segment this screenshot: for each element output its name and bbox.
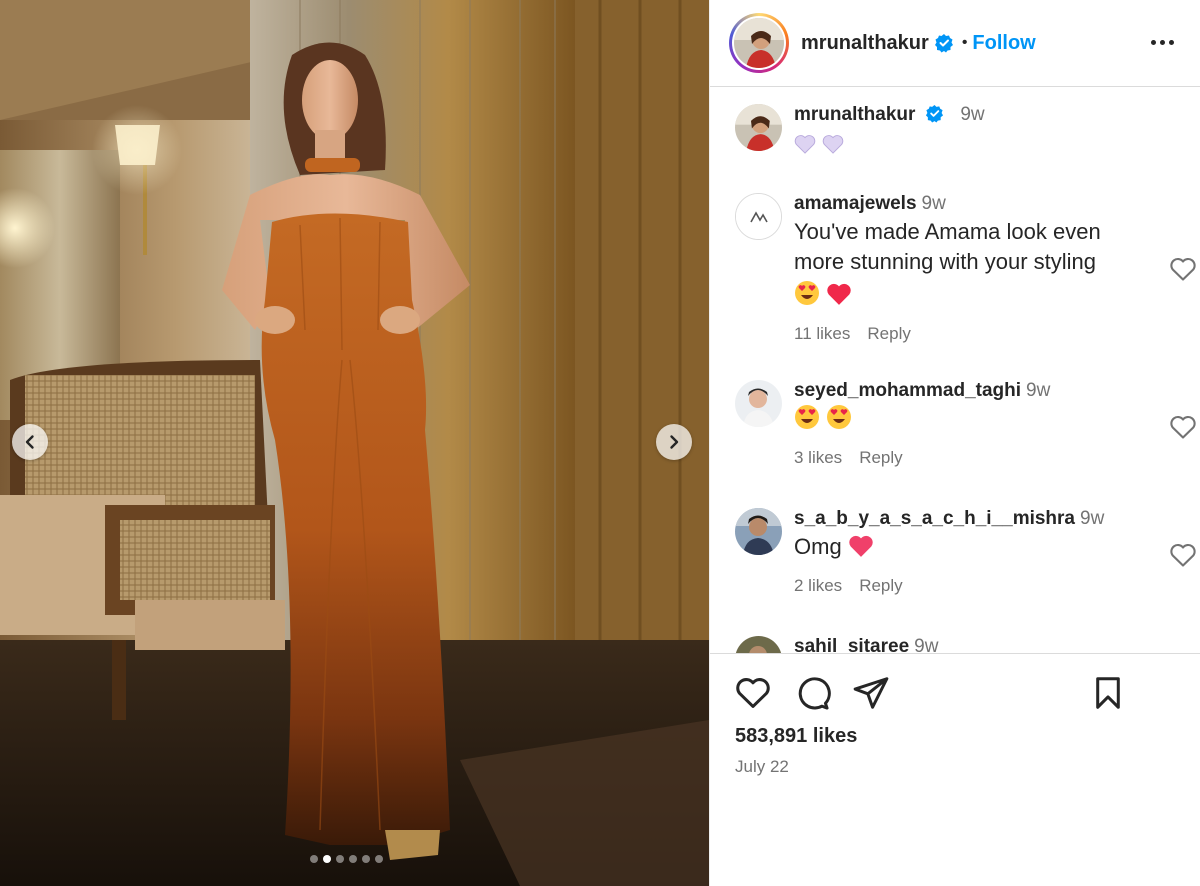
comment-text: You've made Amama look even more stunnin… xyxy=(794,219,1101,274)
avatar[interactable] xyxy=(735,508,782,555)
comment-likes[interactable]: 11 likes xyxy=(794,324,850,343)
avatar[interactable] xyxy=(735,636,782,653)
reply-button[interactable]: Reply xyxy=(859,576,902,595)
verified-badge-icon xyxy=(925,104,943,123)
carousel-dot-active xyxy=(323,855,331,863)
heart-eyes-emoji xyxy=(795,281,819,305)
carousel-dot xyxy=(362,855,370,863)
avatar[interactable] xyxy=(734,18,784,68)
comment-username[interactable]: s_a_b_y_a_s_a_c_h_i__mishra xyxy=(794,508,1075,529)
purple-heart-emoji xyxy=(794,135,816,154)
bookmark-icon[interactable] xyxy=(1089,674,1127,712)
heart-icon[interactable] xyxy=(1169,414,1197,440)
comment-time: 9w xyxy=(1026,380,1051,401)
post-author-username[interactable]: mrunalthakur xyxy=(801,32,929,55)
purple-heart-emoji xyxy=(822,135,844,154)
carousel-next-button[interactable] xyxy=(656,424,692,460)
comment-likes[interactable]: 3 likes xyxy=(794,448,842,467)
chevron-right-icon xyxy=(670,435,679,449)
comment-username[interactable]: seyed_mohammad_taghi xyxy=(794,380,1021,401)
carousel-dot xyxy=(336,855,344,863)
comment-emojis xyxy=(794,404,1144,434)
like-count[interactable]: 583,891 likes xyxy=(735,725,857,748)
avatar[interactable] xyxy=(735,193,782,240)
carousel-dot xyxy=(349,855,357,863)
pink-heart-emoji xyxy=(849,535,873,557)
more-options-icon[interactable] xyxy=(1151,30,1179,54)
post-photo xyxy=(0,0,709,886)
heart-icon[interactable] xyxy=(1169,256,1197,282)
post-sidebar: mrunalthakur • Follow mrunalthakur 9w am… xyxy=(709,0,1200,886)
chevron-left-icon xyxy=(25,435,34,449)
avatar[interactable] xyxy=(735,104,782,151)
comment-text: Omg xyxy=(794,534,842,559)
carousel-dot xyxy=(310,855,318,863)
carousel-prev-button[interactable] xyxy=(12,424,48,460)
caption-username[interactable]: mrunalthakur xyxy=(794,104,915,125)
comment-username[interactable]: sahil_sitaree xyxy=(794,636,909,653)
post-media[interactable] xyxy=(0,0,709,886)
caption-text xyxy=(794,128,1144,158)
caption-time: 9w xyxy=(960,104,985,125)
share-icon[interactable] xyxy=(852,674,890,712)
carousel-dot xyxy=(375,855,383,863)
separator-dot: • xyxy=(961,34,968,51)
verified-badge-icon xyxy=(934,34,953,53)
post-header: mrunalthakur • Follow xyxy=(710,0,1200,87)
heart-eyes-emoji xyxy=(827,405,852,429)
carousel-indicator xyxy=(310,855,383,863)
reply-button[interactable]: Reply xyxy=(867,324,910,343)
avatar[interactable] xyxy=(735,380,782,427)
heart-icon[interactable] xyxy=(734,674,772,712)
comment-icon[interactable] xyxy=(793,674,831,712)
comment-time: 9w xyxy=(1080,508,1105,529)
heart-icon[interactable] xyxy=(1169,542,1197,568)
red-heart-emoji xyxy=(827,283,851,305)
comment-time: 9w xyxy=(921,193,946,214)
follow-button[interactable]: Follow xyxy=(972,32,1035,55)
comment-username[interactable]: amamajewels xyxy=(794,193,917,214)
reply-button[interactable]: Reply xyxy=(859,448,902,467)
comment-likes[interactable]: 2 likes xyxy=(794,576,842,595)
comment-emojis xyxy=(794,280,1144,310)
comments-list[interactable]: mrunalthakur 9w amamajewels 9w You've ma… xyxy=(710,88,1200,653)
comment-time: 9w xyxy=(914,636,939,653)
heart-eyes-emoji xyxy=(795,405,819,429)
post-date[interactable]: July 22 xyxy=(735,757,789,777)
post-actions: 583,891 likes July 22 xyxy=(710,653,1200,886)
story-ring[interactable] xyxy=(729,13,789,73)
